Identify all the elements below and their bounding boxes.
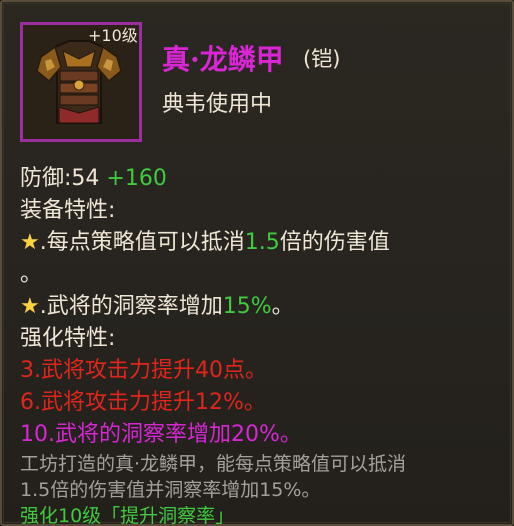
equip-trait-2: ★.武将的洞察率增加15%。: [20, 288, 294, 320]
item-type: (铠): [303, 47, 341, 71]
item-tooltip: +10级 真·龙鳞甲 (铠) 典韦使用中 防御:54 +160 装备特性: ★.…: [0, 0, 514, 526]
trait-value: 15%: [222, 294, 272, 319]
enhance-trait-3: 3.武将攻击力提升40点。: [20, 358, 267, 383]
equip-trait-1: ★.每点策略值可以抵消1.5倍的伤害值: [20, 224, 390, 256]
armor-icon: [36, 40, 122, 124]
equipped-by: 典韦使用中: [162, 92, 273, 117]
equip-trait-1-wrap: 。: [20, 262, 43, 287]
enhance-footer: 强化10级「提升洞察率」: [20, 505, 235, 526]
equip-traits-title: 装备特性:: [20, 198, 116, 223]
trait-text: .每点策略值可以抵消: [39, 230, 245, 255]
item-name: 真·龙鳞甲: [162, 43, 284, 76]
star-icon: ★: [20, 230, 40, 255]
star-icon: ★: [20, 294, 40, 319]
item-description-line-2: 1.5倍的伤害值并洞察率增加15%。: [20, 479, 321, 501]
trait-text: 倍的伤害值: [279, 230, 390, 255]
defense-label: 防御:54: [20, 166, 100, 191]
trait-text: .武将的洞察率增加: [39, 294, 223, 319]
trait-text: 。: [271, 294, 294, 319]
enhance-trait-6: 6.武将攻击力提升12%。: [20, 390, 266, 415]
enhance-level-badge: +10级: [88, 26, 138, 45]
item-description-line-1: 工坊打造的真·龙鳞甲，能每点策略值可以抵消: [20, 453, 407, 475]
trait-value: 1.5: [244, 230, 280, 255]
enhance-trait-10: 10.武将的洞察率增加20%。: [20, 422, 302, 447]
defense-bonus: +160: [106, 166, 167, 191]
enhance-traits-title: 强化特性:: [20, 326, 116, 351]
defense-stat: 防御:54 +160: [20, 160, 167, 192]
